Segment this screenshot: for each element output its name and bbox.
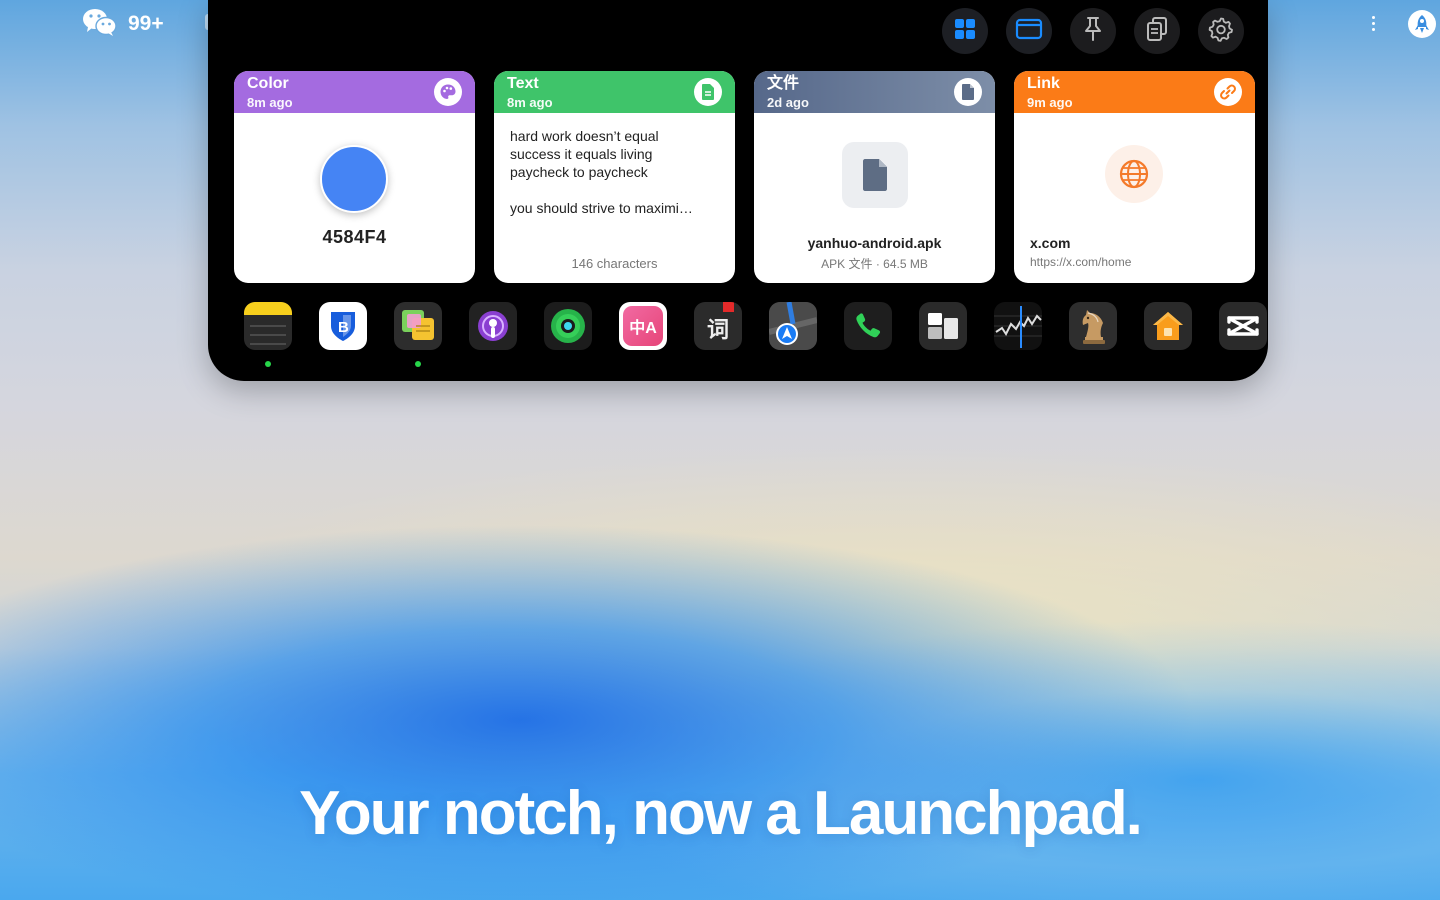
app-stickies[interactable] (394, 302, 442, 367)
clipboard-cards: Color 8m ago 4584F4 Text 8m ago hard wor… (234, 71, 1255, 283)
color-hex-value: 4584F4 (322, 227, 387, 247)
pin-button[interactable] (1070, 8, 1116, 54)
file-badge-icon (954, 78, 982, 106)
svg-text:B: B (338, 319, 349, 336)
card-time: 8m ago (507, 95, 553, 110)
link-card-header: Link 9m ago (1014, 71, 1255, 113)
app-stocks[interactable] (994, 302, 1042, 350)
globe-icon (1105, 145, 1163, 203)
file-card-header: 文件 2d ago (754, 71, 995, 113)
stickies-icon (394, 302, 442, 350)
pin-icon (1081, 16, 1105, 47)
app-home[interactable] (1144, 302, 1192, 350)
notch-toolbar (942, 8, 1244, 54)
app-find-my[interactable] (544, 302, 592, 350)
find-my-icon (544, 302, 592, 350)
link-url: https://x.com/home (1030, 255, 1132, 269)
link-card[interactable]: Link 9m ago x.com https://x.com/home (1014, 71, 1255, 283)
color-card[interactable]: Color 8m ago 4584F4 (234, 71, 475, 283)
card-time: 2d ago (767, 95, 809, 110)
phone-icon (844, 302, 892, 350)
link-domain: x.com (1030, 235, 1071, 251)
app-maps[interactable] (769, 302, 817, 350)
card-type-label: Link (1027, 75, 1060, 92)
link-icon (1214, 78, 1242, 106)
file-name: yanhuo-android.apk (807, 235, 942, 251)
rocket-icon[interactable] (1408, 10, 1436, 38)
podcasts-icon (469, 302, 517, 350)
text-card-header: Text 8m ago (494, 71, 735, 113)
card-type-label: 文件 (767, 75, 800, 92)
text-preview: hard work doesn’t equal success it equal… (510, 128, 693, 216)
app-podcasts[interactable] (469, 302, 517, 350)
color-card-header: Color 8m ago (234, 71, 475, 113)
home-icon (1144, 302, 1192, 350)
more-dots-icon[interactable] (1366, 10, 1380, 36)
running-indicator (265, 361, 271, 367)
notes-icon (244, 302, 292, 350)
card-time: 9m ago (1027, 95, 1073, 110)
window-manager-icon (919, 302, 967, 350)
file-icon (842, 142, 908, 208)
app-notes[interactable] (244, 302, 292, 367)
app-window-manager[interactable] (919, 302, 967, 350)
app-phone[interactable] (844, 302, 892, 350)
document-icon (694, 78, 722, 106)
app-chess[interactable] (1069, 302, 1117, 350)
marketing-tagline: Your notch, now a Launchpad. (299, 779, 1143, 848)
capcut-icon (1219, 302, 1267, 350)
card-type-label: Text (507, 75, 539, 92)
card-type-label: Color (247, 75, 289, 92)
running-indicator (415, 361, 421, 367)
maps-icon (769, 302, 817, 350)
palette-icon (434, 78, 462, 106)
clipboard-button[interactable] (1134, 8, 1180, 54)
translate-icon: 中A (619, 302, 667, 350)
wechat-icon (82, 7, 118, 42)
grid-view-button[interactable] (942, 8, 988, 54)
app-translate[interactable]: 中A (619, 302, 667, 350)
text-card[interactable]: Text 8m ago hard work doesn’t equal succ… (494, 71, 735, 283)
notch-launchpad-panel: Color 8m ago 4584F4 Text 8m ago hard wor… (208, 0, 1268, 381)
dictionary-label: 词 (706, 317, 729, 342)
file-meta: APK 文件 · 64.5 MB (821, 257, 928, 271)
window-view-button[interactable] (1006, 8, 1052, 54)
grid-icon (953, 17, 977, 46)
app-dock: B 中A 词 (244, 302, 1267, 367)
clipboard-icon (1145, 16, 1169, 47)
file-card[interactable]: 文件 2d ago yanhuo-android.apk APK 文件 · 64… (754, 71, 995, 283)
app-bitwarden[interactable]: B (319, 302, 367, 350)
bitwarden-icon: B (319, 302, 367, 350)
settings-button[interactable] (1198, 8, 1244, 54)
card-time: 8m ago (247, 95, 293, 110)
chess-icon (1069, 302, 1117, 350)
character-count: 146 characters (571, 256, 658, 271)
gear-icon (1208, 16, 1234, 47)
wechat-badge-count: 99+ (128, 12, 164, 35)
dictionary-icon: 词 (694, 302, 742, 350)
color-swatch (320, 145, 388, 213)
stocks-icon (994, 302, 1042, 350)
app-dictionary[interactable]: 词 (694, 302, 742, 350)
app-capcut[interactable] (1219, 302, 1267, 350)
wechat-status-item[interactable]: 99+ (82, 8, 164, 40)
window-icon (1015, 17, 1043, 46)
